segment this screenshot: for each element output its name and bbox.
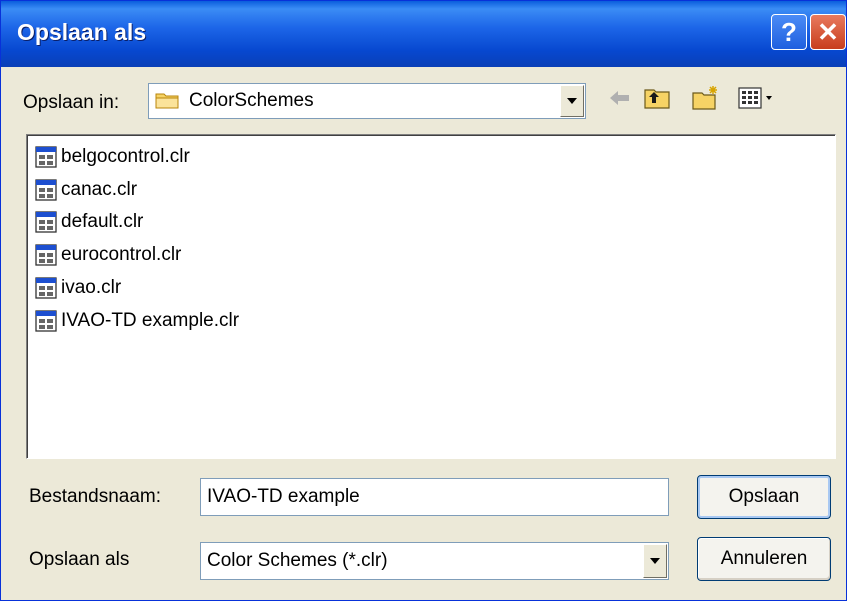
clr-file-icon [35, 244, 57, 266]
clr-file-icon [35, 310, 57, 332]
list-item[interactable]: IVAO-TD example.clr [35, 307, 239, 335]
clr-file-icon [35, 277, 57, 299]
file-name: belgocontrol.clr [61, 146, 190, 167]
back-icon[interactable] [606, 84, 634, 112]
file-list[interactable]: belgocontrol.clr canac.clr default.clr e… [26, 134, 836, 459]
file-name: IVAO-TD example.clr [61, 310, 240, 331]
help-button[interactable]: ? [771, 14, 807, 50]
close-button[interactable]: ✕ [810, 14, 846, 50]
filetype-value: Color Schemes (*.clr) [207, 550, 388, 571]
filetype-dropdown[interactable]: Color Schemes (*.clr) [200, 542, 669, 580]
save-as-dialog: Opslaan als ? ✕ Opslaan in: ColorSchemes [0, 0, 847, 601]
file-name: canac.clr [61, 179, 138, 200]
chevron-down-icon[interactable] [643, 544, 667, 578]
filename-value: IVAO-TD example [207, 486, 360, 507]
look-in-value: ColorSchemes [189, 90, 314, 111]
save-button[interactable]: Opslaan [697, 475, 831, 519]
look-in-label: Opslaan in: [23, 92, 120, 113]
clr-file-icon [35, 146, 57, 168]
clr-file-icon [35, 211, 57, 233]
file-name: ivao.clr [61, 277, 122, 298]
look-in-dropdown[interactable]: ColorSchemes [148, 83, 586, 119]
new-folder-icon[interactable] [691, 84, 719, 112]
title-bar[interactable]: Opslaan als ? ✕ [1, 1, 846, 67]
filetype-label: Opslaan als [29, 549, 130, 570]
folder-icon [155, 93, 179, 109]
list-item[interactable]: ivao.clr [35, 274, 121, 302]
clr-file-icon [35, 179, 57, 201]
filename-input[interactable]: IVAO-TD example [200, 478, 669, 516]
list-item[interactable]: canac.clr [35, 176, 137, 204]
view-menu-icon[interactable] [737, 84, 777, 112]
file-name: eurocontrol.clr [61, 244, 182, 265]
window-title: Opslaan als [17, 19, 147, 45]
cancel-button[interactable]: Annuleren [697, 537, 831, 581]
list-item[interactable]: belgocontrol.clr [35, 143, 190, 171]
filename-label: Bestandsnaam: [29, 486, 162, 507]
list-item[interactable]: eurocontrol.clr [35, 241, 181, 269]
up-folder-icon[interactable] [643, 84, 671, 112]
file-name: default.clr [61, 211, 144, 232]
list-item[interactable]: default.clr [35, 208, 143, 236]
chevron-down-icon[interactable] [560, 85, 584, 117]
